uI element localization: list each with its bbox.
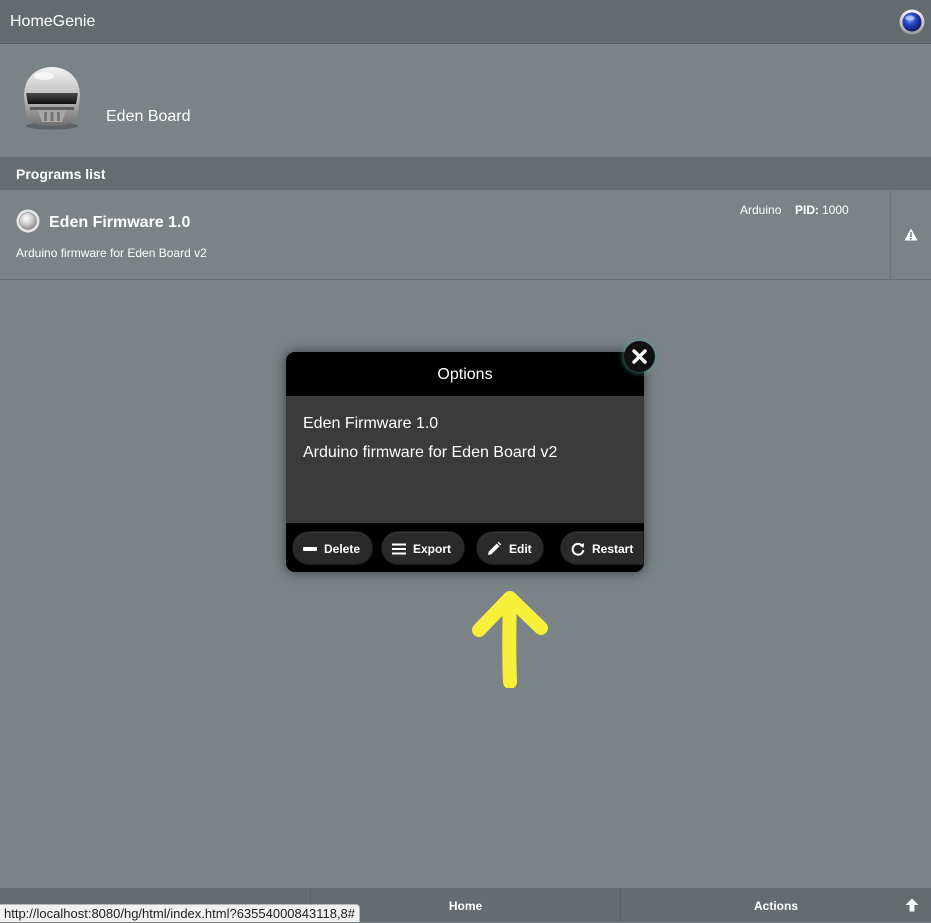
pid-label: PID:	[795, 203, 819, 217]
group-banner: Eden Board	[0, 44, 931, 157]
arrow-up-icon	[905, 898, 919, 912]
program-name[interactable]: Eden Firmware 1.0	[49, 214, 190, 232]
status-url-tooltip: http://localhost:8080/hg/html/index.html…	[0, 904, 361, 922]
programs-list-title: Programs list	[16, 166, 106, 182]
bars-icon	[392, 543, 406, 555]
program-type: Arduino	[740, 203, 782, 217]
export-button[interactable]: Export	[381, 531, 465, 565]
pencil-icon	[488, 542, 501, 555]
robot-helmet-icon	[24, 67, 80, 130]
pid-value: 1000	[822, 203, 849, 217]
program-options-button[interactable]	[890, 190, 931, 279]
close-icon	[632, 349, 647, 364]
app-header: HomeGenie	[0, 0, 931, 44]
dialog-close-button[interactable]	[624, 341, 655, 372]
list-item[interactable]: Eden Firmware 1.0 Arduino firmware for E…	[0, 190, 931, 280]
delete-button-label: Delete	[324, 542, 361, 556]
group-name: Eden Board	[106, 108, 191, 125]
warning-icon	[904, 228, 918, 241]
footer-actions-button[interactable]: Actions	[621, 888, 931, 922]
refresh-icon	[571, 542, 585, 556]
edit-button[interactable]: Edit	[476, 531, 544, 565]
dialog-title: Options	[437, 366, 493, 383]
edit-button-label: Edit	[509, 542, 532, 556]
restart-button-label: Restart	[592, 542, 634, 556]
app-title: HomeGenie	[10, 13, 96, 30]
programs-list-header: Programs list	[0, 157, 931, 190]
restart-button[interactable]: Restart	[560, 531, 644, 565]
dialog-header: Options	[286, 352, 644, 396]
export-button-label: Export	[413, 542, 452, 556]
program-description: Arduino firmware for Eden Board v2	[16, 246, 207, 260]
arrow-up-icon	[472, 591, 548, 688]
dialog-button-bar: Delete Export Edit Restart	[286, 523, 644, 572]
blue-orb-icon[interactable]	[899, 9, 925, 35]
delete-button[interactable]: Delete	[292, 531, 373, 565]
footer-actions-label: Actions	[753, 899, 798, 913]
options-dialog: Options Eden Firmware 1.0 Arduino firmwa…	[286, 352, 644, 572]
dialog-program-name: Eden Firmware 1.0	[303, 415, 439, 432]
dialog-program-description: Arduino firmware for Eden Board v2	[303, 444, 558, 461]
minus-icon	[303, 547, 317, 551]
grey-orb-icon	[16, 209, 40, 233]
